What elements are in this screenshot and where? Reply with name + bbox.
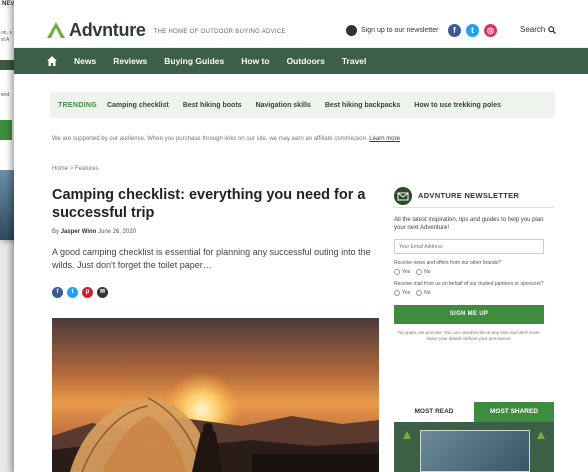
envelope-icon xyxy=(394,186,412,205)
sign-me-up-button[interactable]: SIGN ME UP xyxy=(394,305,544,324)
publish-date: June 26, 2020 xyxy=(97,229,137,235)
background-snippet: on, s xyxy=(1,30,12,36)
hero-image-tent-sunset xyxy=(52,318,379,472)
nav-item-buying-guides[interactable]: Buying Guides xyxy=(164,56,224,66)
logo-text: Advnture xyxy=(69,19,146,40)
tab-most-read[interactable]: MOST READ xyxy=(394,402,474,422)
yes-label: Yes xyxy=(402,290,411,296)
partners-yes-radio[interactable] xyxy=(394,290,400,296)
brand-header: Advnture THE HOME OF OUTDOOR BUYING ADVI… xyxy=(14,0,588,48)
trending-link[interactable]: Best hiking boots xyxy=(183,102,242,109)
main-window: Advnture THE HOME OF OUTDOOR BUYING ADVI… xyxy=(14,0,588,472)
learn-more-link[interactable]: Learn more xyxy=(369,136,400,142)
screenshot-stage: NEV on, s st A ierd Advnture THE HOME OF… xyxy=(0,0,588,472)
facebook-icon[interactable]: f xyxy=(448,24,461,37)
logo-mountain-icon xyxy=(47,22,65,38)
twitter-share-icon[interactable]: t xyxy=(67,287,78,298)
search-icon xyxy=(548,25,557,34)
most-popular-tabs: MOST READ MOST SHARED xyxy=(394,402,554,422)
facebook-share-icon[interactable]: f xyxy=(52,287,63,298)
newsletter-fine-print: No spam, we promise. You can unsubscribe… xyxy=(398,330,540,341)
email-share-icon[interactable]: ✉ xyxy=(97,287,108,298)
background-snippet: st A xyxy=(1,37,10,43)
article-lede: A good camping checklist is essential fo… xyxy=(52,247,371,270)
most-popular-widget: MOST READ MOST SHARED xyxy=(394,402,554,472)
home-icon[interactable] xyxy=(46,55,58,67)
nav-item-reviews[interactable]: Reviews xyxy=(113,56,147,66)
brands-question: Receive news and offers from our other b… xyxy=(394,260,501,266)
twitter-icon[interactable]: t xyxy=(466,24,479,37)
brands-no-radio[interactable] xyxy=(416,269,423,275)
newsletter-widget: ADVNTURE NEWSLETTER All the latest inspi… xyxy=(394,184,554,342)
site-logo[interactable]: Advnture THE HOME OF OUTDOOR BUYING ADVI… xyxy=(46,19,286,41)
search-label: Search xyxy=(520,25,546,34)
breadcrumb-home[interactable]: Home xyxy=(52,166,68,172)
newsletter-widget-title: ADVNTURE NEWSLETTER xyxy=(418,191,520,200)
no-label: No xyxy=(424,290,431,296)
trending-bar: TRENDING Camping checklist Best hiking b… xyxy=(50,92,555,118)
breadcrumb-separator: > xyxy=(69,166,74,172)
nav-item-how-to[interactable]: How to xyxy=(241,56,269,66)
nav-item-travel[interactable]: Travel xyxy=(342,56,367,66)
trending-link[interactable]: How to use trekking poles xyxy=(414,102,501,109)
share-buttons: f t p ✉ xyxy=(52,287,112,298)
byline-prefix: By xyxy=(52,229,60,235)
newsletter-description: All the latest inspiration, tips and gui… xyxy=(394,217,544,231)
brands-yes-radio[interactable] xyxy=(394,269,400,275)
brands-radio-group: Yes No xyxy=(394,269,554,275)
partners-question: Receive mail from us on behalf of our tr… xyxy=(394,281,544,287)
search-button[interactable]: Search xyxy=(520,25,557,34)
disclaimer-text: We are supported by our audience. When y… xyxy=(52,136,368,142)
tab-most-shared[interactable]: MOST SHARED xyxy=(474,402,554,422)
mountain-pattern-icon xyxy=(403,431,411,439)
main-nav: News Reviews Buying Guides How to Outdoo… xyxy=(14,48,588,74)
newsletter-envelope-icon xyxy=(346,25,357,36)
article-title: Camping checklist: everything you need f… xyxy=(52,187,366,221)
trending-link[interactable]: Best hiking backpacks xyxy=(325,102,400,109)
instagram-icon[interactable]: ◎ xyxy=(484,24,497,37)
nav-item-news[interactable]: News xyxy=(74,56,96,66)
background-snippet: ierd xyxy=(1,92,10,98)
email-field[interactable] xyxy=(394,239,544,254)
trending-link[interactable]: Camping checklist xyxy=(107,102,169,109)
background-green-block xyxy=(0,120,12,140)
nav-item-outdoors[interactable]: Outdoors xyxy=(287,56,325,66)
affiliate-disclaimer: We are supported by our audience. When y… xyxy=(52,136,400,142)
trending-link[interactable]: Navigation skills xyxy=(256,102,311,109)
author-link[interactable]: Jasper Winn xyxy=(61,229,97,235)
newsletter-widget-header: ADVNTURE NEWSLETTER xyxy=(394,184,554,208)
mountain-pattern-icon xyxy=(537,431,545,439)
partners-no-radio[interactable] xyxy=(416,290,423,296)
breadcrumb: Home > Features xyxy=(52,166,99,172)
pinterest-share-icon[interactable]: p xyxy=(82,287,93,298)
newsletter-signup-link[interactable]: Sign up to our newsletter xyxy=(346,25,438,36)
article-byline: By Jasper Winn June 26, 2020 xyxy=(52,229,136,235)
breadcrumb-features[interactable]: Features xyxy=(75,166,99,172)
site-tagline: THE HOME OF OUTDOOR BUYING ADVICE xyxy=(153,28,286,35)
newsletter-link-label: Sign up to our newsletter xyxy=(361,27,439,34)
trending-label: TRENDING xyxy=(58,101,97,109)
yes-label: Yes xyxy=(402,269,411,275)
no-label: No xyxy=(424,269,431,275)
most-read-thumbnail[interactable] xyxy=(420,430,530,472)
partners-radio-group: Yes No xyxy=(394,290,554,296)
